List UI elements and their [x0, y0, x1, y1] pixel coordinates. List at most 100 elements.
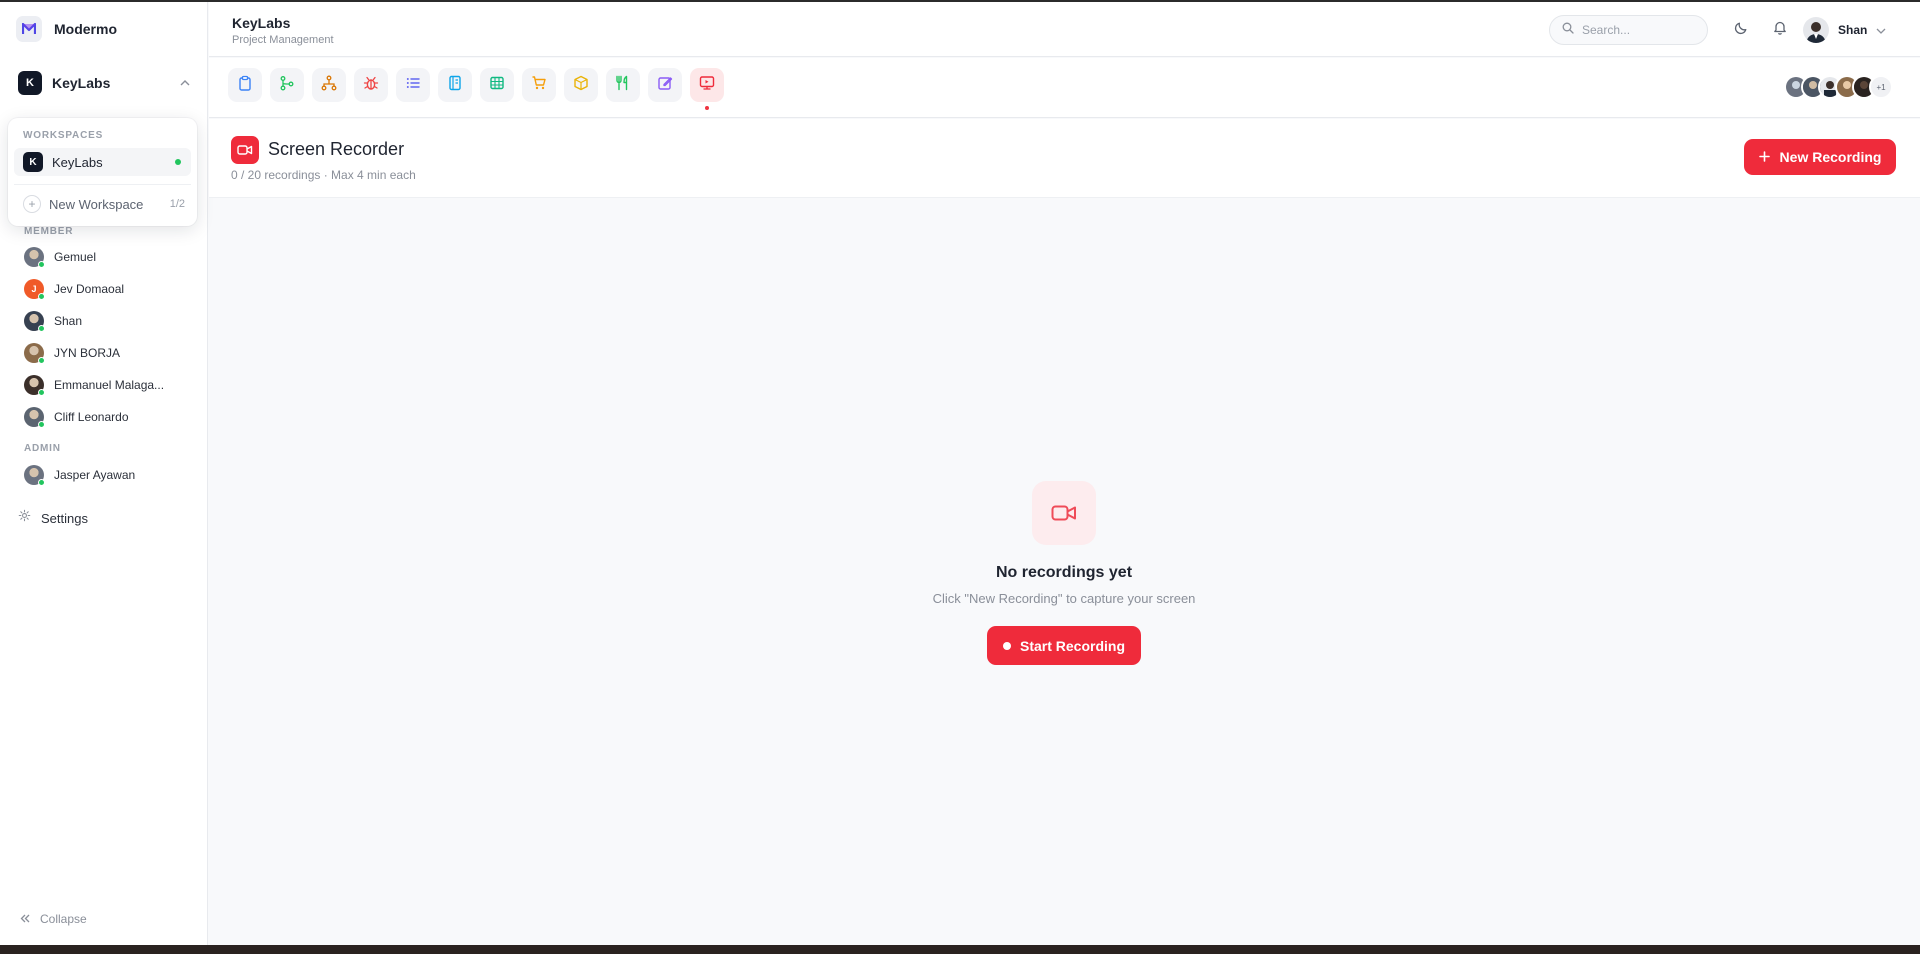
tool-edit-button[interactable]	[648, 68, 682, 102]
online-status-dot	[38, 421, 45, 428]
top-header: KeyLabs Project Management Shan	[209, 2, 1920, 57]
online-status-dot	[38, 357, 45, 364]
user-name: Shan	[1838, 23, 1868, 37]
collapse-label: Collapse	[40, 912, 87, 926]
workspace-dropdown: WORKSPACES K KeyLabs + New Workspace 1/2	[8, 118, 197, 226]
workspaces-label: WORKSPACES	[23, 130, 104, 141]
team-more-count: +1	[1869, 75, 1893, 99]
new-recording-button[interactable]: New Recording	[1744, 139, 1896, 175]
app-name: Modermo	[54, 21, 117, 37]
tool-hierarchy-button[interactable]	[312, 68, 346, 102]
tool-screen-recorder-button[interactable]	[690, 68, 724, 102]
member-item[interactable]: Gemuel	[24, 245, 194, 269]
active-tool-indicator	[705, 106, 709, 110]
table-icon	[489, 75, 505, 96]
workspace-option-name: KeyLabs	[52, 154, 103, 170]
tool-utensils-button[interactable]	[606, 68, 640, 102]
settings-link[interactable]: Settings	[18, 508, 88, 528]
git-branch-icon	[279, 75, 295, 96]
recording-quota: 0 / 20 recordings · Max 4 min each	[231, 168, 416, 182]
workspace-option-keylabs[interactable]: K KeyLabs	[14, 148, 191, 176]
member-item[interactable]: Cliff Leonardo	[24, 405, 194, 429]
member-item[interactable]: JYN BORJA	[24, 341, 194, 365]
user-avatar	[1803, 17, 1829, 43]
member-avatar	[24, 375, 45, 396]
member-name: Jasper Ayawan	[54, 468, 136, 482]
tool-bug-button[interactable]	[354, 68, 388, 102]
cart-icon	[531, 75, 547, 96]
empty-state-subtitle: Click "New Recording" to capture your sc…	[932, 591, 1196, 606]
online-status-dot	[38, 389, 45, 396]
edit-icon	[657, 75, 673, 96]
user-menu[interactable]: Shan	[1803, 16, 1886, 44]
project-title: KeyLabs	[232, 15, 291, 31]
admin-item[interactable]: Jasper Ayawan	[24, 463, 194, 487]
page-title: Screen Recorder	[268, 139, 405, 159]
member-avatar	[24, 343, 45, 364]
online-status-dot	[38, 325, 45, 332]
collapse-sidebar-button[interactable]: Collapse	[20, 910, 87, 928]
team-avatars[interactable]: +1	[1784, 74, 1893, 100]
search-input[interactable]	[1582, 23, 1702, 37]
tool-cart-button[interactable]	[522, 68, 556, 102]
tool-table-button[interactable]	[480, 68, 514, 102]
workspace-badge: K	[23, 152, 43, 172]
search-box	[1549, 15, 1708, 45]
notebook-icon	[447, 75, 463, 96]
chevron-up-icon	[180, 77, 190, 89]
tool-notebook-button[interactable]	[438, 68, 472, 102]
tool-clipboard-button[interactable]	[228, 68, 262, 102]
workspace-count: 1/2	[169, 198, 185, 210]
online-status-dot	[38, 293, 45, 300]
record-dot-icon	[1002, 641, 1011, 650]
module-toolbar: +1	[209, 58, 1920, 118]
tool-package-button[interactable]	[564, 68, 598, 102]
dark-mode-toggle[interactable]	[1729, 18, 1753, 42]
online-status-dot	[38, 479, 45, 486]
member-item[interactable]: Emmanuel Malaga...	[24, 373, 194, 397]
plus-icon: +	[23, 195, 41, 213]
bug-icon	[363, 75, 379, 96]
member-avatar	[24, 407, 45, 428]
chevron-down-icon	[1876, 21, 1886, 39]
list-icon	[405, 75, 421, 96]
member-avatar: J	[24, 279, 45, 300]
member-avatar	[24, 247, 45, 268]
member-name: Jev Domaoal	[54, 282, 125, 296]
workspace-name: KeyLabs	[52, 75, 111, 91]
app-brand[interactable]: Modermo	[16, 16, 117, 42]
search-icon	[1562, 21, 1574, 39]
tool-git-branch-button[interactable]	[270, 68, 304, 102]
divider	[14, 184, 191, 185]
member-item[interactable]: Shan	[24, 309, 194, 333]
chevrons-left-icon	[20, 910, 30, 928]
notifications-button[interactable]	[1768, 18, 1792, 42]
new-recording-label: New Recording	[1779, 149, 1882, 165]
clipboard-icon	[237, 75, 253, 96]
member-item[interactable]: J Jev Domaoal	[24, 277, 194, 301]
member-name: Cliff Leonardo	[54, 410, 129, 424]
settings-label: Settings	[41, 510, 88, 526]
member-name: JYN BORJA	[54, 346, 121, 360]
active-workspace-indicator	[175, 159, 181, 165]
new-workspace-button[interactable]: + New Workspace 1/2	[23, 194, 185, 214]
online-status-dot	[38, 261, 45, 268]
workspace-switcher[interactable]: K KeyLabs	[18, 70, 190, 96]
new-workspace-label: New Workspace	[49, 196, 144, 212]
package-icon	[573, 75, 589, 96]
screen-recorder-icon	[699, 75, 715, 96]
page-header: Screen Recorder 0 / 20 recordings · Max …	[209, 119, 1920, 198]
empty-state-video-icon	[1032, 481, 1096, 545]
empty-state-title: No recordings yet	[995, 564, 1133, 581]
workspace-badge: K	[18, 71, 42, 95]
member-initial: J	[31, 284, 37, 294]
start-recording-label: Start Recording	[1019, 637, 1125, 654]
bell-icon	[1773, 20, 1787, 40]
gear-icon	[18, 509, 31, 527]
utensils-icon	[615, 75, 631, 96]
project-subtitle: Project Management	[232, 34, 334, 46]
plus-icon	[1758, 149, 1770, 165]
start-recording-button[interactable]: Start Recording	[987, 626, 1141, 665]
member-avatar	[24, 311, 45, 332]
tool-list-button[interactable]	[396, 68, 430, 102]
